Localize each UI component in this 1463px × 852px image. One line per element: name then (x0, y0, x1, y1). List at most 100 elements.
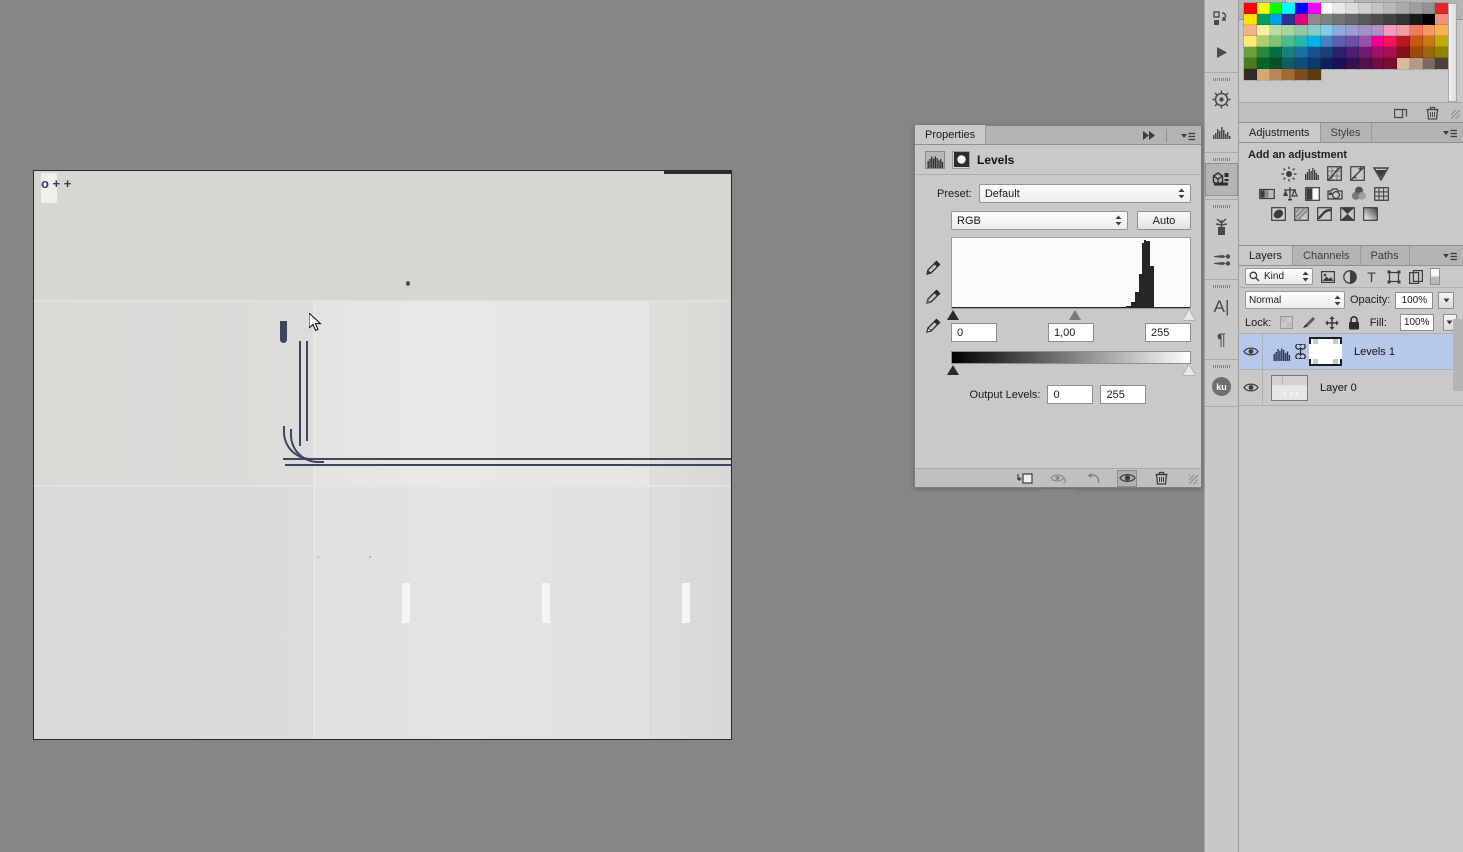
color-swatch[interactable] (1294, 57, 1309, 70)
color-swatch[interactable] (1256, 46, 1270, 59)
color-swatch[interactable] (1269, 57, 1283, 70)
filter-smartobject-icon[interactable] (1408, 269, 1423, 284)
navigator-icon[interactable] (1205, 83, 1238, 116)
color-swatch[interactable] (1434, 13, 1449, 26)
color-swatch[interactable] (1294, 24, 1309, 37)
filter-kind-select[interactable]: Kind (1245, 268, 1313, 285)
color-swatch[interactable] (1307, 46, 1321, 59)
color-swatch[interactable] (1396, 13, 1411, 26)
color-swatch[interactable] (1332, 35, 1347, 48)
table-row[interactable]: Levels 1 (1239, 334, 1463, 370)
brightness-contrast-icon[interactable] (1280, 165, 1297, 182)
paragraph-icon[interactable]: ¶ (1205, 323, 1238, 356)
color-swatch[interactable] (1358, 13, 1372, 26)
color-swatch[interactable] (1358, 57, 1372, 70)
color-swatch[interactable] (1371, 35, 1385, 48)
color-swatch[interactable] (1332, 2, 1347, 15)
output-black-slider-handle[interactable] (947, 365, 959, 375)
table-row[interactable]: Layer 0 (1239, 370, 1463, 406)
color-swatch[interactable] (1409, 57, 1423, 70)
color-swatch[interactable] (1422, 35, 1436, 48)
curves-icon[interactable] (1326, 165, 1343, 182)
swatches-resize-grip[interactable] (1451, 110, 1460, 119)
vibrance-icon[interactable] (1372, 165, 1389, 182)
color-swatch[interactable] (1320, 46, 1334, 59)
color-swatch[interactable] (1371, 46, 1385, 59)
tab-layers[interactable]: Layers (1239, 246, 1294, 265)
3d-icon[interactable] (1205, 163, 1238, 196)
lock-transparent-pixels-icon[interactable] (1280, 316, 1294, 330)
rail-grip[interactable] (1205, 203, 1238, 210)
color-swatch[interactable] (1434, 46, 1449, 59)
rail-grip[interactable] (1205, 283, 1238, 290)
color-swatch[interactable] (1243, 46, 1258, 59)
layer-thumbnail[interactable] (1271, 374, 1308, 401)
clip-to-layer-button[interactable] (1015, 470, 1035, 487)
color-swatch[interactable] (1256, 68, 1270, 81)
color-swatch[interactable] (1294, 46, 1309, 59)
color-swatch[interactable] (1256, 2, 1270, 15)
reset-button[interactable] (1083, 470, 1103, 487)
color-swatch[interactable] (1320, 24, 1334, 37)
auto-button[interactable]: Auto (1137, 211, 1191, 230)
color-swatch[interactable] (1332, 13, 1347, 26)
color-swatch[interactable] (1307, 35, 1321, 48)
input-levels-slider[interactable] (947, 309, 1195, 322)
color-lookup-icon[interactable] (1373, 185, 1390, 202)
preset-spinner-icon[interactable] (1178, 188, 1185, 199)
delete-swatch-icon[interactable] (1426, 106, 1439, 120)
collapse-to-icons-button[interactable] (1141, 130, 1157, 141)
color-swatch[interactable] (1281, 24, 1296, 37)
set-white-point-eyedropper[interactable] (925, 317, 943, 335)
kuler-icon[interactable]: ku (1205, 370, 1238, 403)
color-swatch[interactable] (1383, 13, 1398, 26)
photo-filter-icon[interactable] (1327, 185, 1344, 202)
properties-panel[interactable]: Properties Levels Preset: Default RGB Au… (914, 125, 1202, 493)
color-swatch[interactable] (1281, 35, 1296, 48)
toggle-visibility-button[interactable] (1117, 469, 1137, 487)
new-swatch-icon[interactable] (1394, 106, 1408, 120)
delete-adjustment-button[interactable] (1151, 470, 1171, 487)
filter-kind-spinner-icon[interactable] (1302, 271, 1309, 282)
color-swatch[interactable] (1434, 24, 1449, 37)
channel-select[interactable]: RGB (951, 211, 1128, 230)
adjustments-panel-menu-icon[interactable] (1442, 127, 1458, 139)
layer-visibility-toggle[interactable] (1239, 334, 1263, 369)
threshold-icon[interactable] (1316, 205, 1333, 222)
color-swatch[interactable] (1409, 2, 1423, 15)
color-swatch[interactable] (1383, 24, 1398, 37)
color-swatch[interactable] (1269, 35, 1283, 48)
black-white-icon[interactable] (1304, 185, 1321, 202)
color-swatch[interactable] (1320, 57, 1334, 70)
midtone-input-slider-handle[interactable] (1068, 310, 1081, 320)
color-swatch[interactable] (1383, 35, 1398, 48)
color-swatch[interactable] (1345, 46, 1360, 59)
color-swatch[interactable] (1332, 57, 1347, 70)
color-swatch[interactable] (1383, 46, 1398, 59)
color-swatch[interactable] (1422, 57, 1436, 70)
color-swatch[interactable] (1371, 13, 1385, 26)
tab-channels[interactable]: Channels (1293, 246, 1361, 265)
invert-icon[interactable] (1270, 205, 1287, 222)
properties-drag-grip[interactable] (1041, 489, 1075, 493)
color-swatch[interactable] (1256, 13, 1270, 26)
levels-icon[interactable] (1303, 165, 1320, 182)
highlight-input-field[interactable]: 255 (1145, 323, 1191, 342)
color-swatch[interactable] (1243, 2, 1258, 15)
color-swatch[interactable] (1422, 13, 1436, 26)
color-swatch[interactable] (1345, 2, 1360, 15)
color-swatch[interactable] (1396, 2, 1411, 15)
color-swatch[interactable] (1320, 2, 1334, 15)
color-swatch[interactable] (1358, 2, 1372, 15)
color-swatch[interactable] (1396, 24, 1411, 37)
tab-adjustments[interactable]: Adjustments (1239, 123, 1321, 142)
filter-enable-toggle[interactable] (1430, 268, 1440, 285)
adjustment-layer-thumbnail[interactable] (1273, 343, 1291, 361)
color-swatch[interactable] (1269, 24, 1283, 37)
color-swatch[interactable] (1281, 2, 1296, 15)
color-swatch[interactable] (1345, 13, 1360, 26)
color-swatch[interactable] (1422, 2, 1436, 15)
properties-resize-grip[interactable] (1189, 475, 1198, 484)
color-swatch[interactable] (1281, 46, 1296, 59)
color-swatch[interactable] (1358, 46, 1372, 59)
